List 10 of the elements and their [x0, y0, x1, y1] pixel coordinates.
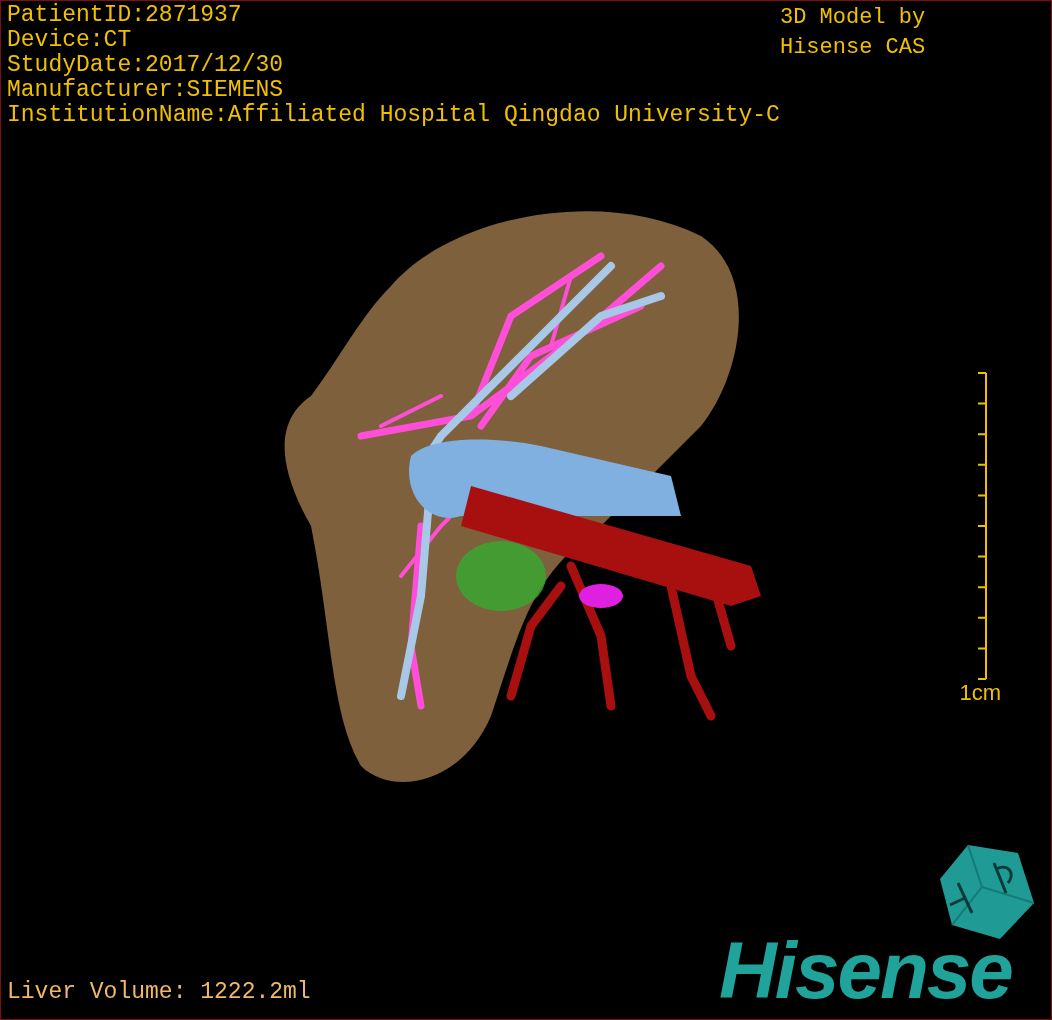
patient-info-line: InstitutionName:Affiliated Hospital Qingdao University-C [7, 103, 780, 128]
patient-info-line: Device:CT [7, 28, 133, 53]
cube-icon [938, 843, 1036, 941]
patient-info-line: Manufacturer:SIEMENS [7, 78, 285, 103]
model-credit: 3D Model by Hisense CAS [779, 4, 927, 62]
patient-info-line: PatientID:2871937 [7, 3, 243, 28]
scale-label: 1cm [959, 681, 1001, 705]
patient-info-line: StudyDate:2017/12/30 [7, 53, 285, 78]
brand-logo: Hisense [719, 931, 1012, 1011]
liver-volume: Liver Volume: 1222.2ml [7, 978, 311, 1007]
